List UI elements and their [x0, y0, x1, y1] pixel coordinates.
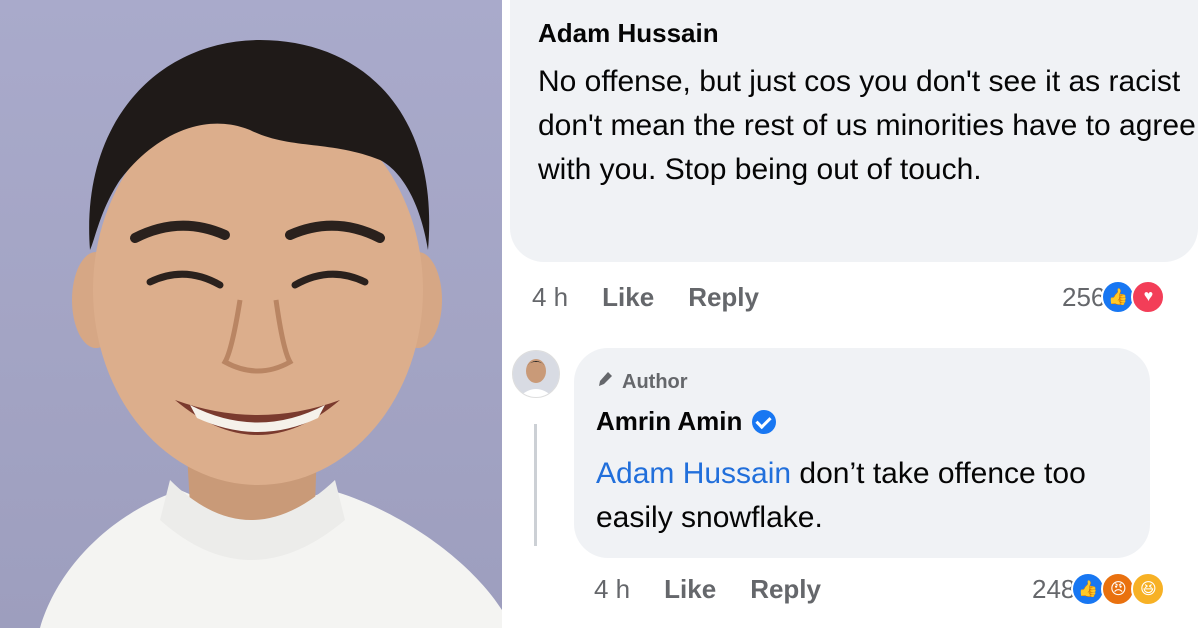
reaction-count: 248	[1032, 573, 1076, 604]
haha-icon: 😆	[1131, 572, 1166, 606]
mention-link[interactable]: Adam Hussain	[596, 457, 791, 490]
like-icon: 👍	[1071, 572, 1106, 606]
thread-connector	[534, 424, 537, 546]
portrait-illustration	[40, 40, 502, 628]
reply-text: Adam Hussain don’t take offence too easi…	[596, 452, 1136, 540]
comment-timestamp[interactable]: 4 h	[532, 282, 568, 313]
comment-text: No offense, but just cos you don't see i…	[538, 65, 1196, 186]
commenter-name[interactable]: Adam Hussain	[538, 18, 719, 49]
like-button[interactable]: Like	[664, 574, 716, 605]
reply-button[interactable]: Reply	[688, 282, 759, 313]
avatar-image	[513, 351, 559, 397]
microphone-icon	[596, 370, 614, 394]
verified-badge-icon	[752, 409, 777, 434]
comment-bubble: Adam Hussain No offense, but just cos yo…	[510, 0, 1198, 262]
reply-author: Amrin Amin	[596, 406, 777, 437]
reply-button[interactable]: Reply	[750, 574, 821, 605]
avatar[interactable]	[512, 350, 560, 398]
reply-actions: 4 h Like Reply	[594, 574, 821, 605]
profile-photo	[0, 0, 502, 628]
comment-actions: 4 h Like Reply	[532, 282, 759, 313]
angry-icon: 😠	[1101, 572, 1136, 606]
reply-reaction-summary[interactable]: 248 👍 😠 😆	[1032, 572, 1166, 606]
comment-thread: Adam Hussain No offense, but just cos yo…	[502, 0, 1200, 628]
reply-bubble: Author Amrin Amin Adam Hussain don’t tak…	[574, 348, 1150, 558]
author-badge: Author	[596, 370, 688, 394]
like-icon: 👍	[1101, 280, 1136, 314]
like-button[interactable]: Like	[602, 282, 654, 313]
author-badge-label: Author	[622, 370, 688, 393]
love-icon: ♥	[1131, 280, 1166, 314]
reply-timestamp[interactable]: 4 h	[594, 574, 630, 605]
reaction-count: 256	[1062, 281, 1106, 312]
reaction-summary[interactable]: 256 👍 ♥	[1062, 280, 1166, 314]
reply-author-name[interactable]: Amrin Amin	[596, 406, 742, 437]
